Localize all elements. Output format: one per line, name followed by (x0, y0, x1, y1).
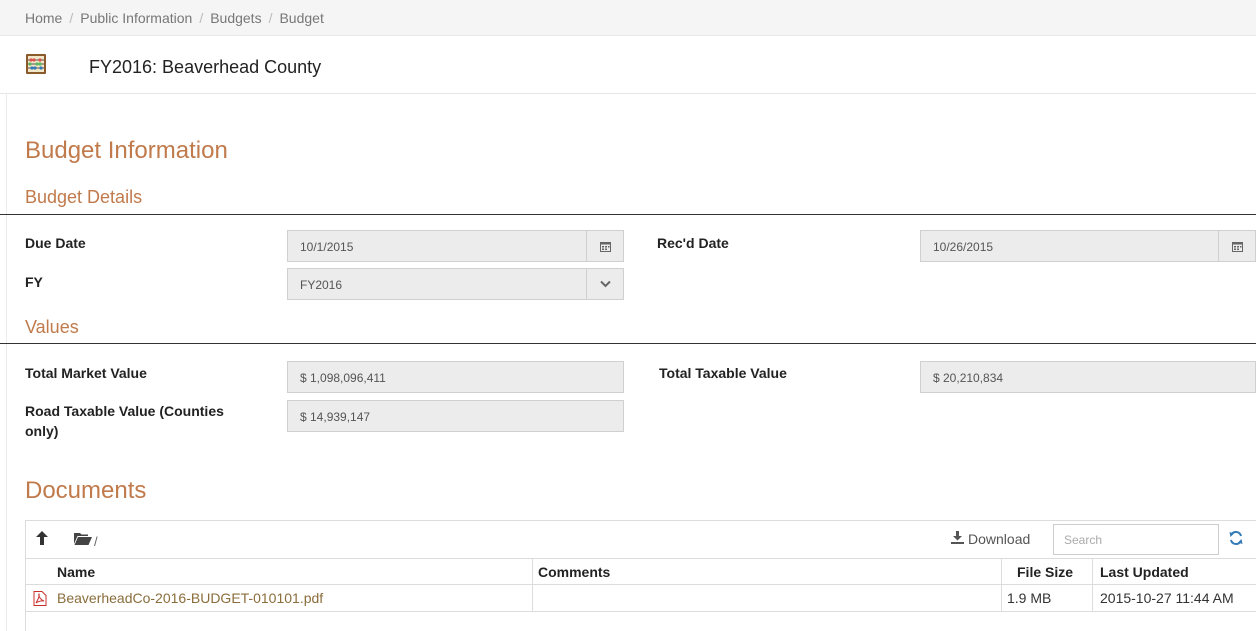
breadcrumb-separator: / (268, 10, 273, 26)
total-taxable-value-label: Total Taxable Value (659, 365, 787, 381)
current-path: / (94, 533, 98, 549)
breadcrumb-home[interactable]: Home (25, 10, 62, 26)
file-last-updated: 2015-10-27 11:44 AM (1100, 590, 1234, 606)
values-heading: Values (25, 317, 79, 337)
total-taxable-value-field[interactable]: $ 20,210,834 (920, 361, 1256, 393)
calendar-icon[interactable] (586, 231, 623, 261)
column-divider (532, 559, 533, 612)
documents-toolbar: / Download (26, 521, 1256, 559)
folder-path[interactable]: / (74, 532, 98, 550)
road-taxable-value-field[interactable]: $ 14,939,147 (287, 400, 624, 432)
due-date-field[interactable]: 10/1/2015 (287, 230, 624, 262)
road-taxable-label-line2: only) (25, 423, 59, 439)
folder-open-icon (74, 532, 92, 550)
documents-heading: Documents (25, 477, 147, 504)
breadcrumb-budget: Budget (279, 10, 324, 26)
total-market-value: $ 1,098,096,411 (300, 371, 386, 385)
budget-information-heading: Budget Information (25, 137, 228, 164)
column-header-name[interactable]: Name (57, 564, 95, 580)
download-icon (951, 531, 964, 547)
due-date-value: 10/1/2015 (300, 240, 354, 254)
download-button[interactable]: Download (951, 531, 1030, 547)
road-taxable-value-label: Road Taxable Value (Counties only) (25, 401, 224, 441)
file-name-link[interactable]: BeaverheadCo-2016-BUDGET-010101.pdf (57, 590, 323, 606)
download-label: Download (968, 531, 1031, 547)
due-date-label: Due Date (25, 235, 86, 251)
refresh-icon[interactable] (1229, 531, 1243, 550)
breadcrumb-budgets[interactable]: Budgets (210, 10, 261, 26)
column-header-last-updated[interactable]: Last Updated (1100, 564, 1189, 580)
fy-selected-value: FY2016 (300, 278, 343, 292)
calendar-icon[interactable] (1218, 231, 1255, 261)
abacus-icon (25, 53, 47, 80)
total-market-value-label: Total Market Value (25, 365, 147, 381)
recd-date-value: 10/26/2015 (933, 240, 994, 254)
section-divider (0, 343, 1256, 344)
column-header-comments[interactable]: Comments (538, 564, 610, 580)
page-header: FY2016: Beaverhead County (0, 36, 1256, 94)
column-divider (1001, 559, 1002, 612)
recd-date-field[interactable]: 10/26/2015 (920, 230, 1256, 262)
file-size: 1.9 MB (1007, 590, 1052, 606)
budget-details-heading: Budget Details (25, 187, 143, 207)
total-market-value-field[interactable]: $ 1,098,096,411 (287, 361, 624, 393)
left-border (6, 94, 7, 631)
breadcrumb: Home / Public Information / Budgets / Budget (0, 0, 1256, 36)
road-taxable-label-line1: Road Taxable Value (Counties (25, 403, 224, 419)
arrow-up-icon[interactable] (36, 531, 48, 550)
section-divider (0, 214, 1256, 215)
breadcrumb-separator: / (199, 10, 204, 26)
documents-browser: / Download Name Comments File Size Last … (25, 520, 1256, 631)
column-divider (1092, 559, 1093, 612)
table-header: Name Comments File Size Last Updated (26, 559, 1256, 585)
page-title: FY2016: Beaverhead County (89, 57, 322, 77)
breadcrumb-separator: / (69, 10, 74, 26)
column-header-file-size[interactable]: File Size (1017, 564, 1073, 580)
total-taxable-value: $ 20,210,834 (933, 371, 1004, 385)
search-input[interactable] (1053, 524, 1219, 555)
fy-label: FY (25, 274, 43, 290)
chevron-down-icon[interactable] (586, 269, 623, 299)
breadcrumb-public-information[interactable]: Public Information (80, 10, 192, 26)
fy-select[interactable]: FY2016 (287, 268, 624, 300)
pdf-file-icon (33, 591, 47, 609)
recd-date-label: Rec'd Date (657, 235, 729, 251)
road-taxable-value: $ 14,939,147 (300, 410, 371, 424)
table-row[interactable]: BeaverheadCo-2016-BUDGET-010101.pdf 1.9 … (26, 585, 1256, 612)
